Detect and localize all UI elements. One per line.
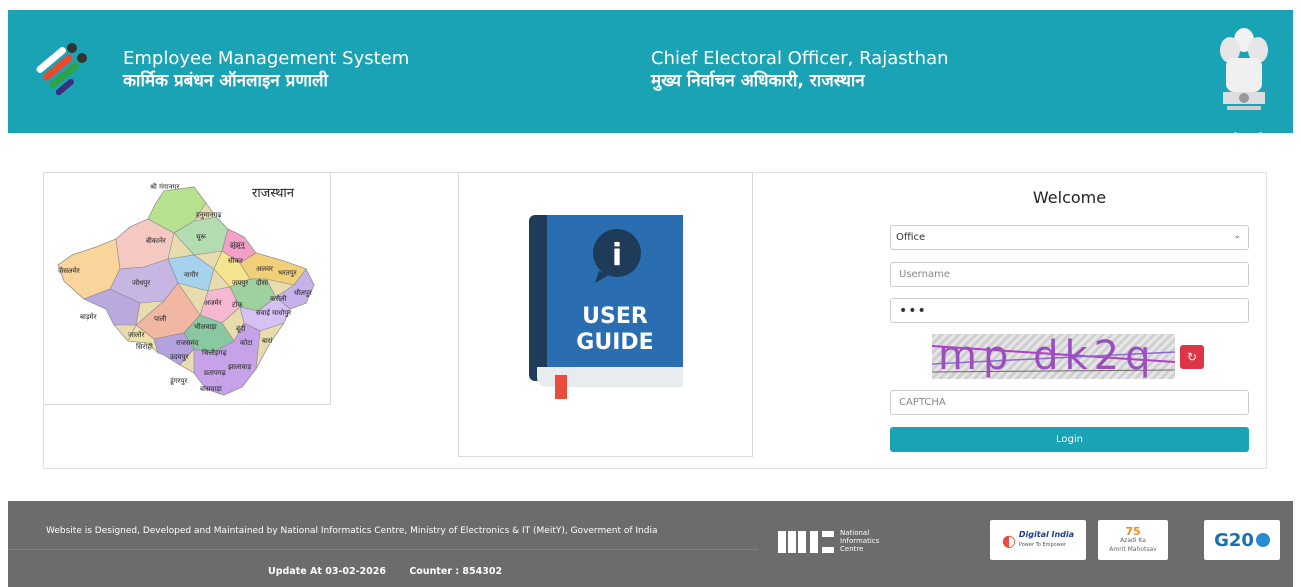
login-button[interactable]: Login bbox=[890, 427, 1249, 452]
footer-divider bbox=[8, 549, 758, 550]
digital-india-icon: ◐ bbox=[1001, 530, 1016, 550]
svg-text:सवाई माधोपुर: सवाई माधोपुर bbox=[256, 308, 291, 317]
guide-line-2: GUIDE bbox=[576, 330, 653, 355]
svg-text:करौली: करौली bbox=[270, 294, 287, 303]
svg-text:बाड़मेर: बाड़मेर bbox=[80, 312, 97, 321]
system-title-hi: कार्मिक प्रबंधन ऑनलाइन प्रणाली bbox=[123, 71, 328, 91]
svg-text:जालोर: जालोर bbox=[128, 330, 145, 339]
svg-text:बूंदी: बूंदी bbox=[236, 324, 246, 333]
svg-text:अजमेर: अजमेर bbox=[204, 298, 222, 307]
rajasthan-map-card: राजस्थान श्री गंगानगर हनुमानगढ़ बीकानेर … bbox=[43, 172, 331, 405]
captcha-image: mp dk2q bbox=[932, 334, 1175, 379]
azadi-75-icon: 75 bbox=[1125, 524, 1141, 538]
footer-meta: Update At 03-02-2026 Counter : 854302 bbox=[268, 566, 522, 577]
svg-text:पाली: पाली bbox=[154, 314, 167, 323]
svg-text:उदयपुर: उदयपुर bbox=[170, 353, 189, 361]
digital-india-logo[interactable]: ◐ Digital India Power To Empower bbox=[990, 520, 1086, 560]
office-title-en: Chief Electoral Officer, Rajasthan bbox=[651, 48, 949, 69]
svg-text:श्री गंगानगर: श्री गंगानगर bbox=[150, 182, 180, 191]
captcha-refresh-button[interactable]: ↻ bbox=[1180, 345, 1204, 369]
national-emblem-icon bbox=[1220, 28, 1268, 110]
welcome-heading: Welcome bbox=[1032, 188, 1107, 207]
svg-text:चित्तौड़गढ़: चित्तौड़गढ़ bbox=[202, 348, 228, 357]
nic-text-2: Informatics bbox=[840, 537, 880, 545]
user-guide-card[interactable]: i USER GUIDE bbox=[458, 172, 753, 457]
office-title-hi: मुख्य निर्वाचन अधिकारी, राजस्थान bbox=[651, 71, 865, 91]
svg-text:डूंगरपुर: डूंगरपुर bbox=[169, 377, 188, 385]
svg-text:कोटा: कोटा bbox=[240, 338, 253, 347]
eci-logo-icon bbox=[24, 34, 92, 102]
svg-text:प्रतापगढ़: प्रतापगढ़ bbox=[204, 369, 227, 377]
svg-text:भीलवाड़ा: भीलवाड़ा bbox=[194, 322, 217, 331]
svg-text:बारां: बारां bbox=[262, 337, 273, 345]
rajasthan-map: राजस्थान श्री गंगानगर हनुमानगढ़ बीकानेर … bbox=[57, 182, 315, 396]
azadi-text-1: Azadi bbox=[1120, 536, 1137, 544]
captcha-input[interactable] bbox=[890, 390, 1249, 415]
svg-text:सिरोही: सिरोही bbox=[136, 342, 153, 351]
digital-india-sub: Power To Empower bbox=[1018, 542, 1066, 548]
footer-credit: Website is Designed, Developed and Maint… bbox=[46, 526, 658, 536]
site-header: Employee Management System कार्मिक प्रबं… bbox=[8, 10, 1293, 133]
svg-text:टोंक: टोंक bbox=[232, 300, 243, 309]
user-guide-book-icon[interactable]: i USER GUIDE bbox=[529, 215, 683, 401]
azadi-logo[interactable]: 75 Azadi Ka Amrit Mahotsav bbox=[1098, 520, 1168, 560]
password-input[interactable] bbox=[890, 298, 1249, 323]
svg-text:सीकर: सीकर bbox=[228, 256, 243, 265]
captcha-text: mp dk2q bbox=[938, 334, 1157, 379]
update-date: Update At 03-02-2026 bbox=[268, 566, 386, 577]
svg-text:जोधपुर: जोधपुर bbox=[132, 278, 150, 287]
nic-text-3: Centre bbox=[840, 545, 864, 553]
role-select-wrapper[interactable]: Office ⌄ bbox=[890, 225, 1249, 250]
svg-text:भरतपुर: भरतपुर bbox=[278, 269, 297, 277]
svg-text:बांसवाड़ा: बांसवाड़ा bbox=[200, 385, 222, 393]
guide-line-1: USER bbox=[582, 304, 648, 329]
role-select[interactable]: Office bbox=[890, 225, 1249, 250]
svg-text:जयपुर: जयपुर bbox=[232, 279, 248, 287]
visit-counter: Counter : 854302 bbox=[409, 566, 503, 577]
nic-logo[interactable]: National Informatics Centre bbox=[778, 529, 918, 555]
nic-mark-icon bbox=[778, 531, 834, 553]
guide-info-glyph: i bbox=[612, 238, 622, 273]
svg-text:चूरू: चूरू bbox=[196, 233, 206, 241]
svg-text:राजसमंद: राजसमंद bbox=[176, 339, 199, 347]
azadi-text-2: Ka bbox=[1138, 536, 1146, 544]
g20-logo[interactable]: G20 bbox=[1204, 520, 1280, 560]
svg-text:झालावाड़: झालावाड़ bbox=[228, 363, 251, 371]
svg-text:जैसलमेर: जैसलमेर bbox=[58, 266, 80, 275]
nic-text-1: National bbox=[840, 529, 870, 537]
username-input[interactable] bbox=[890, 262, 1249, 287]
emblem-caption: सत्यमेव जयते bbox=[1218, 133, 1264, 143]
system-title-en: Employee Management System bbox=[123, 48, 410, 69]
svg-text:अलवर: अलवर bbox=[256, 265, 273, 273]
svg-text:झुंझुनू: झुंझुनू bbox=[230, 241, 245, 249]
azadi-text-3: Amrit Mahotsav bbox=[1109, 545, 1157, 553]
svg-text:दौसा: दौसा bbox=[256, 278, 268, 287]
svg-text:धौलपुर: धौलपुर bbox=[294, 288, 312, 297]
map-title: राजस्थान bbox=[252, 186, 295, 201]
svg-text:बीकानेर: बीकानेर bbox=[146, 236, 166, 245]
g20-text: G20 bbox=[1214, 529, 1254, 551]
globe-icon bbox=[1255, 533, 1270, 547]
svg-text:नागौर: नागौर bbox=[184, 270, 198, 279]
svg-text:हनुमानगढ़: हनुमानगढ़ bbox=[196, 211, 222, 219]
digital-india-title: Digital India bbox=[1018, 530, 1075, 539]
site-footer: Website is Designed, Developed and Maint… bbox=[8, 501, 1293, 587]
